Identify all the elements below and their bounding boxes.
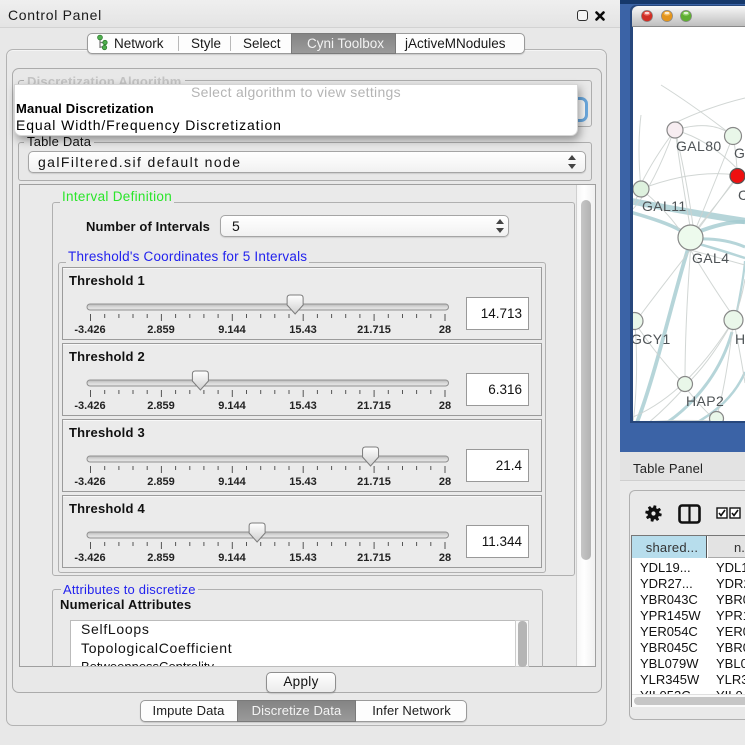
svg-text:GAL80: GAL80 <box>676 138 722 154</box>
svg-text:HAP2: HAP2 <box>686 393 724 409</box>
svg-text:C: C <box>738 187 745 203</box>
svg-text:GCY1: GCY1 <box>633 331 671 347</box>
svg-text:GAL11: GAL11 <box>642 198 687 214</box>
svg-text:GA: GA <box>734 145 745 161</box>
svg-text:H: H <box>735 331 745 347</box>
svg-text:GAL4: GAL4 <box>692 250 729 266</box>
